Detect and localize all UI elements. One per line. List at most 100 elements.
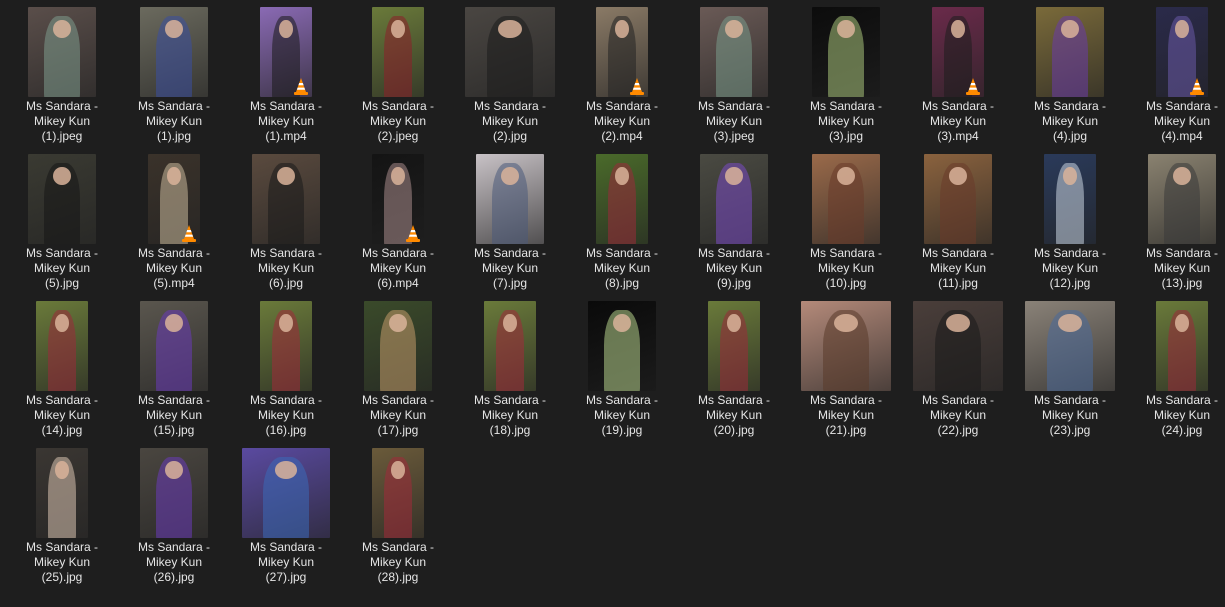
file-item[interactable]: Ms Sandara - Mikey Kun (5).mp4 (118, 147, 230, 292)
image-thumbnail (140, 301, 208, 391)
file-name: Ms Sandara - Mikey Kun (6).jpg (249, 246, 323, 290)
face-shape (834, 313, 858, 332)
file-item[interactable]: Ms Sandara - Mikey Kun (3).jpg (790, 0, 902, 145)
thumbnail-frame (902, 300, 1014, 392)
file-name: Ms Sandara - Mikey Kun (17).jpg (361, 393, 435, 437)
file-item[interactable]: Ms Sandara - Mikey Kun (4).mp4 (1126, 0, 1225, 145)
file-item[interactable]: Ms Sandara - Mikey Kun (6).mp4 (342, 147, 454, 292)
file-name: Ms Sandara - Mikey Kun (9).jpg (697, 246, 771, 290)
file-item[interactable]: Ms Sandara - Mikey Kun (22).jpg (902, 294, 1014, 439)
video-thumbnail (372, 154, 424, 244)
file-name: Ms Sandara - Mikey Kun (19).jpg (585, 393, 659, 437)
file-item[interactable]: Ms Sandara - Mikey Kun (8).jpg (566, 147, 678, 292)
file-item[interactable]: Ms Sandara - Mikey Kun (5).jpg (6, 147, 118, 292)
thumbnail-frame (454, 300, 566, 392)
thumbnail-frame (230, 300, 342, 392)
file-item[interactable]: Ms Sandara - Mikey Kun (7).jpg (454, 147, 566, 292)
file-item[interactable]: Ms Sandara - Mikey Kun (28).jpg (342, 441, 454, 586)
file-item[interactable]: Ms Sandara - Mikey Kun (3).mp4 (902, 0, 1014, 145)
file-name: Ms Sandara - Mikey Kun (7).jpg (473, 246, 547, 290)
video-thumbnail (596, 7, 648, 97)
file-name: Ms Sandara - Mikey Kun (20).jpg (697, 393, 771, 437)
file-item[interactable]: Ms Sandara - Mikey Kun (3).jpeg (678, 0, 790, 145)
file-item[interactable]: Ms Sandara - Mikey Kun (10).jpg (790, 147, 902, 292)
file-item[interactable]: Ms Sandara - Mikey Kun (26).jpg (118, 441, 230, 586)
vlc-cone-icon (294, 78, 308, 95)
thumbnail-frame (230, 6, 342, 98)
thumbnail-frame (342, 6, 454, 98)
image-thumbnail (812, 7, 880, 97)
face-shape (165, 19, 183, 38)
image-thumbnail (924, 154, 992, 244)
file-item[interactable]: Ms Sandara - Mikey Kun (12).jpg (1014, 147, 1126, 292)
file-name: Ms Sandara - Mikey Kun (10).jpg (809, 246, 883, 290)
image-thumbnail (372, 448, 424, 538)
thumbnail-frame (902, 153, 1014, 245)
file-item[interactable]: Ms Sandara - Mikey Kun (15).jpg (118, 294, 230, 439)
file-item[interactable]: Ms Sandara - Mikey Kun (27).jpg (230, 441, 342, 586)
file-item[interactable]: Ms Sandara - Mikey Kun (1).mp4 (230, 0, 342, 145)
file-item[interactable]: Ms Sandara - Mikey Kun (17).jpg (342, 294, 454, 439)
file-name: Ms Sandara - Mikey Kun (1).jpeg (25, 99, 99, 143)
file-item[interactable]: Ms Sandara - Mikey Kun (13).jpg (1126, 147, 1225, 292)
thumbnail-frame (1126, 300, 1225, 392)
face-shape (391, 460, 405, 479)
vlc-cone-icon (182, 225, 196, 242)
file-item[interactable]: Ms Sandara - Mikey Kun (23).jpg (1014, 294, 1126, 439)
file-item[interactable]: Ms Sandara - Mikey Kun (18).jpg (454, 294, 566, 439)
file-item[interactable]: Ms Sandara - Mikey Kun (16).jpg (230, 294, 342, 439)
image-thumbnail (372, 7, 424, 97)
file-name: Ms Sandara - Mikey Kun (2).mp4 (585, 99, 659, 143)
thumbnail-frame (454, 6, 566, 98)
file-item[interactable]: Ms Sandara - Mikey Kun (2).jpeg (342, 0, 454, 145)
image-thumbnail (242, 448, 330, 538)
file-item[interactable]: Ms Sandara - Mikey Kun (4).jpg (1014, 0, 1126, 145)
file-item[interactable]: Ms Sandara - Mikey Kun (21).jpg (790, 294, 902, 439)
face-shape (1063, 166, 1077, 185)
image-thumbnail (913, 301, 1003, 391)
file-item[interactable]: Ms Sandara - Mikey Kun (9).jpg (678, 147, 790, 292)
file-item[interactable]: Ms Sandara - Mikey Kun (6).jpg (230, 147, 342, 292)
file-name: Ms Sandara - Mikey Kun (4).mp4 (1145, 99, 1219, 143)
thumbnail-frame (118, 447, 230, 539)
thumbnail-frame (1126, 153, 1225, 245)
thumbnail-frame (6, 300, 118, 392)
image-thumbnail (484, 301, 536, 391)
thumbnail-frame (678, 300, 790, 392)
face-shape (615, 166, 629, 185)
vlc-cone-icon (630, 78, 644, 95)
file-name: Ms Sandara - Mikey Kun (18).jpg (473, 393, 547, 437)
file-item[interactable]: Ms Sandara - Mikey Kun (20).jpg (678, 294, 790, 439)
thumbnail-frame (1014, 153, 1126, 245)
vlc-cone-icon (966, 78, 980, 95)
file-item[interactable]: Ms Sandara - Mikey Kun (24).jpg (1126, 294, 1225, 439)
file-name: Ms Sandara - Mikey Kun (24).jpg (1145, 393, 1219, 437)
thumbnail-frame (902, 6, 1014, 98)
file-name: Ms Sandara - Mikey Kun (16).jpg (249, 393, 323, 437)
file-name: Ms Sandara - Mikey Kun (6).mp4 (361, 246, 435, 290)
face-shape (498, 19, 522, 38)
file-name: Ms Sandara - Mikey Kun (21).jpg (809, 393, 883, 437)
file-item[interactable]: Ms Sandara - Mikey Kun (25).jpg (6, 441, 118, 586)
file-name: Ms Sandara - Mikey Kun (14).jpg (25, 393, 99, 437)
file-item[interactable]: Ms Sandara - Mikey Kun (14).jpg (6, 294, 118, 439)
image-thumbnail (1044, 154, 1096, 244)
video-thumbnail (260, 7, 312, 97)
file-item[interactable]: Ms Sandara - Mikey Kun (1).jpg (118, 0, 230, 145)
file-item[interactable]: Ms Sandara - Mikey Kun (2).mp4 (566, 0, 678, 145)
file-item[interactable]: Ms Sandara - Mikey Kun (11).jpg (902, 147, 1014, 292)
file-item[interactable]: Ms Sandara - Mikey Kun (19).jpg (566, 294, 678, 439)
thumbnail-frame (6, 153, 118, 245)
file-name: Ms Sandara - Mikey Kun (25).jpg (25, 540, 99, 584)
file-item[interactable]: Ms Sandara - Mikey Kun (1).jpeg (6, 0, 118, 145)
image-thumbnail (364, 301, 432, 391)
face-shape (167, 166, 181, 185)
thumbnail-frame (342, 153, 454, 245)
file-name: Ms Sandara - Mikey Kun (2).jpg (473, 99, 547, 143)
face-shape (53, 19, 71, 38)
file-name: Ms Sandara - Mikey Kun (8).jpg (585, 246, 659, 290)
thumbnail-frame (790, 6, 902, 98)
face-shape (725, 166, 743, 185)
file-item[interactable]: Ms Sandara - Mikey Kun (2).jpg (454, 0, 566, 145)
face-shape (277, 166, 295, 185)
